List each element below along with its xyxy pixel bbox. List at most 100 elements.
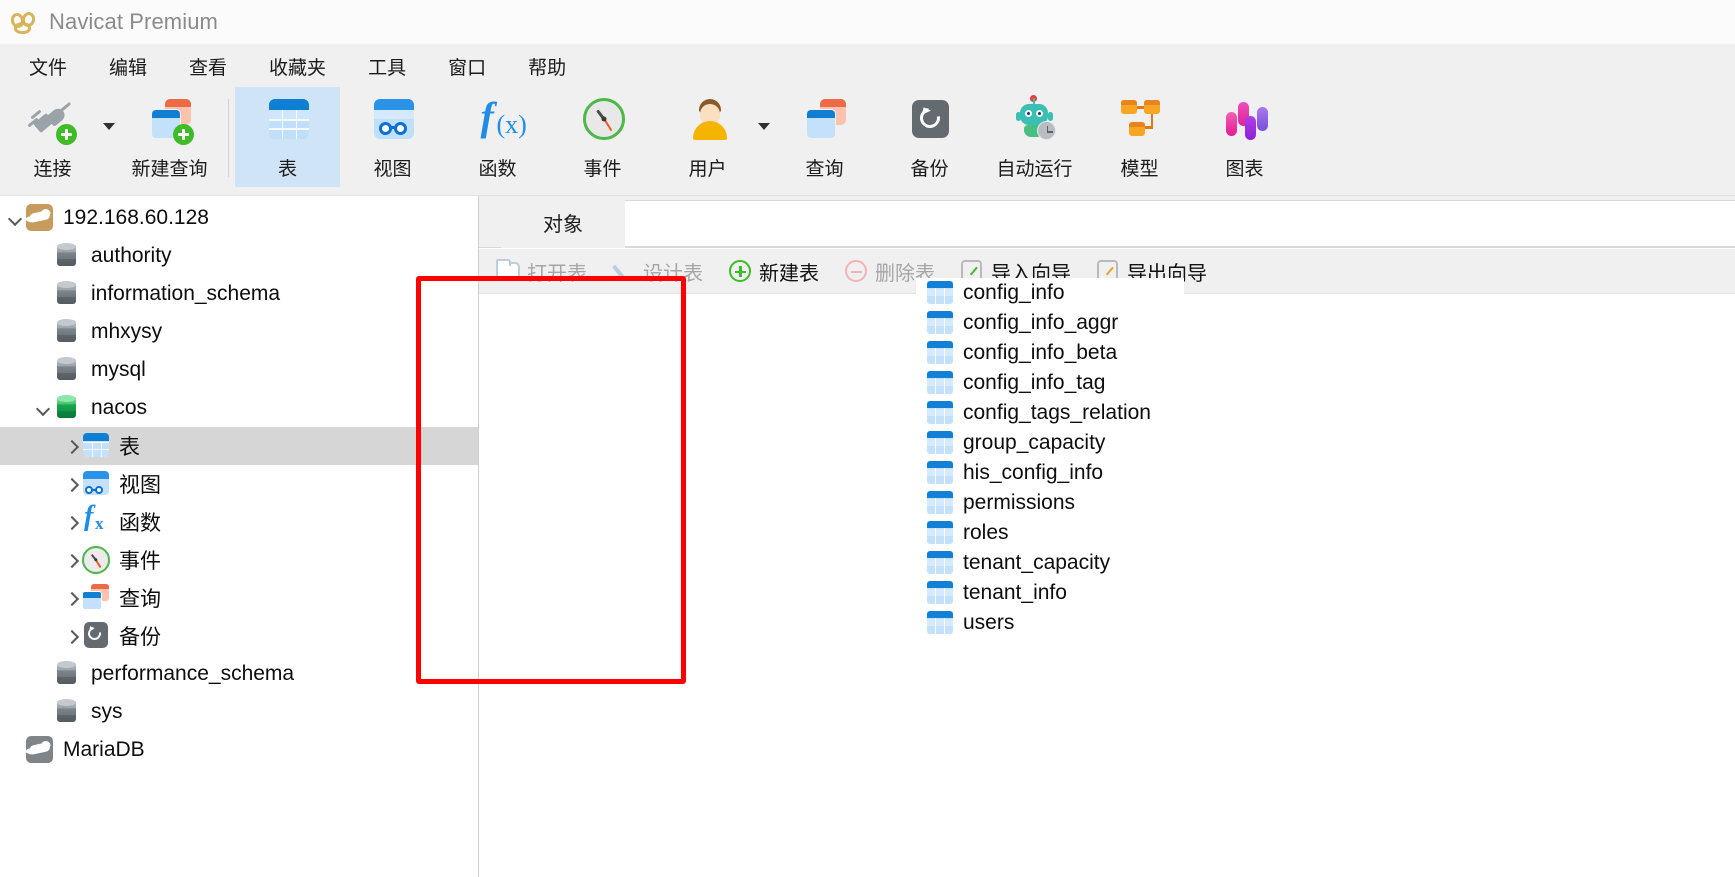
toolbar-button-label: 新建查询 [131, 159, 208, 180]
tab-empty-field [605, 200, 1735, 247]
table-list-item[interactable]: permissions [916, 488, 1184, 518]
action-design-table-pencil: 设计表 [611, 257, 703, 286]
table-list-item[interactable]: config_tags_relation [916, 398, 1184, 428]
tree-node-label: information_schema [91, 282, 281, 305]
toolbar-button-label: 用户 [688, 159, 727, 180]
tree-node[interactable]: authority [0, 237, 478, 275]
tree-node-label: 192.168.60.128 [63, 206, 209, 229]
table-list-item[interactable]: tenant_capacity [916, 548, 1184, 578]
toolbar-button-chart-bars[interactable]: 图表 [1192, 87, 1297, 187]
menu-help[interactable]: 帮助 [507, 49, 587, 84]
toolbar-button-label: 事件 [583, 159, 622, 180]
tree-node[interactable]: information_schema [0, 275, 478, 313]
action-open-table-folder: 打开表 [495, 257, 587, 286]
tree-node[interactable]: 视图 [0, 465, 478, 503]
menu-tools[interactable]: 工具 [347, 49, 427, 84]
chevron-right-icon[interactable] [60, 478, 82, 490]
title-bar: Navicat Premium [0, 0, 1735, 45]
open-table-folder-icon [495, 258, 521, 284]
delete-table-minus-icon [843, 258, 869, 284]
chevron-down-icon[interactable] [4, 212, 26, 224]
view-glasses-icon [368, 96, 418, 146]
menu-file[interactable]: 文件 [8, 49, 88, 84]
table-list-item[interactable]: config_info [916, 278, 1184, 308]
table-list-item[interactable]: his_config_info [916, 458, 1184, 488]
menu-window[interactable]: 窗口 [427, 49, 507, 84]
toolbar-button-label: 表 [277, 159, 297, 180]
table-list-item[interactable]: users [916, 608, 1184, 638]
tree-node[interactable]: MariaDB [0, 731, 478, 769]
tree-node[interactable]: f x 函数 [0, 501, 478, 541]
table-icon [263, 96, 313, 146]
pane-splitter[interactable] [478, 196, 479, 877]
tree-node[interactable]: performance_schema [0, 655, 478, 693]
user-avatar-icon [683, 96, 733, 146]
tree-node[interactable]: mysql [0, 351, 478, 389]
tree-node[interactable]: 查询 [0, 579, 478, 617]
chevron-right-icon[interactable] [60, 516, 82, 528]
table-name: config_info_beta [963, 341, 1118, 364]
tab-object[interactable]: 对象 [501, 196, 625, 248]
chevron-right-icon[interactable] [60, 630, 82, 642]
function-fx-icon: fx [84, 501, 104, 533]
menu-edit[interactable]: 编辑 [88, 49, 168, 84]
toolbar-button-table[interactable]: 表 [235, 87, 340, 187]
event-clock-icon [82, 546, 110, 574]
toolbar-button-label: 连接 [33, 159, 72, 180]
table-list-item[interactable]: config_info_tag [916, 368, 1184, 398]
database-icon [54, 660, 82, 688]
view-glasses-icon [82, 470, 110, 498]
chevron-right-icon[interactable] [60, 440, 82, 452]
navicat-window: Navicat Premium 文件 编辑 查看 收藏夹 工具 窗口 帮助 连接 新建查询表视… [0, 0, 1735, 877]
chevron-down-icon[interactable] [32, 402, 54, 414]
new-query-icon [145, 96, 195, 146]
menu-favorites[interactable]: 收藏夹 [248, 49, 347, 84]
tab-strip: 对象 [479, 196, 1735, 248]
tree-node[interactable]: nacos [0, 389, 478, 427]
connection-tree-sidebar[interactable]: 192.168.60.128 authority information_schem… [0, 196, 478, 877]
toolbar-button-event-clock[interactable]: 事件 [550, 87, 655, 187]
menu-view[interactable]: 查看 [168, 49, 248, 84]
database-icon [54, 356, 82, 384]
table-list-item[interactable]: tenant_info [916, 578, 1184, 608]
table-icon [82, 432, 110, 460]
table-list-item[interactable]: group_capacity [916, 428, 1184, 458]
toolbar-button-query[interactable]: 查询 [772, 87, 877, 187]
mariadb-seal-icon [26, 204, 54, 232]
toolbar-button-view-glasses[interactable]: 视图 [340, 87, 445, 187]
chevron-right-icon[interactable] [60, 554, 82, 566]
action-new-table-plus[interactable]: 新建表 [727, 257, 819, 286]
table-list-item[interactable]: config_info_aggr [916, 308, 1184, 338]
table-icon [926, 551, 954, 575]
table-name: his_config_info [963, 461, 1104, 484]
toolbar-button-model-diagram[interactable]: 模型 [1087, 87, 1192, 187]
toolbar-button-backup-restore[interactable]: 备份 [877, 87, 982, 187]
action-label: 打开表 [527, 262, 587, 285]
tree-node-label: 备份 [119, 626, 161, 649]
toolbar-button-connection-plug[interactable]: 连接 [0, 87, 105, 187]
toolbar-button-user-avatar[interactable]: 用户 [655, 87, 760, 187]
toolbar-button-automation-robot[interactable]: 自动运行 [982, 87, 1087, 187]
toolbar-button-new-query[interactable]: 新建查询 [117, 87, 222, 187]
database-icon [54, 698, 82, 726]
tree-node[interactable]: 192.168.60.128 [0, 199, 478, 237]
tree-node[interactable]: sys [0, 693, 478, 731]
database-icon [54, 242, 82, 270]
tree-node-label: 查询 [119, 588, 161, 611]
table-list-item[interactable]: roles [916, 518, 1184, 548]
tree-node[interactable]: 事件 [0, 541, 478, 579]
table-list-item[interactable]: config_info_beta [916, 338, 1184, 368]
tree-node[interactable]: mhxysy [0, 313, 478, 351]
toolbar-button-function-fx[interactable]: f (x) 函数 [445, 87, 550, 187]
toolbar-button-label: 模型 [1120, 159, 1159, 180]
table-name: config_tags_relation [963, 401, 1151, 424]
table-icon [926, 611, 954, 635]
tree-node[interactable]: 表 [0, 427, 478, 465]
tree-node-label: authority [91, 244, 172, 267]
object-pane: 对象 打开表 设计表 新建表 删除表 导入向导 导出向导 config_info confi… [478, 196, 1735, 877]
tree-node[interactable]: 备份 [0, 617, 478, 655]
chevron-right-icon[interactable] [60, 592, 82, 604]
table-icon [926, 491, 954, 515]
query-icon [82, 584, 110, 612]
table-list[interactable]: config_info config_info_aggr config_info_b… [916, 278, 1184, 676]
